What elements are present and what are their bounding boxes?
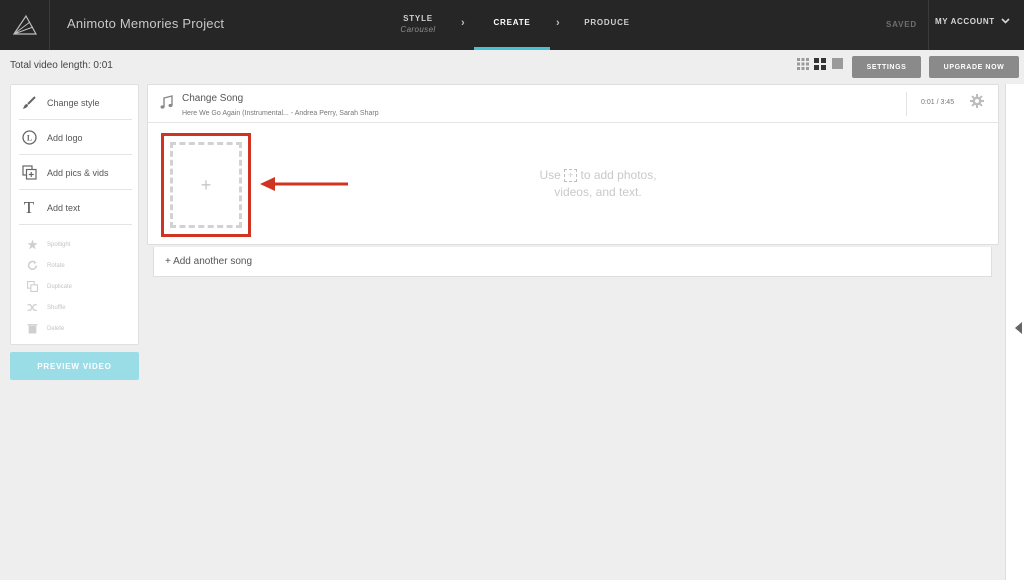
empty-hint: Use + to add photos, videos, and text.: [498, 167, 698, 201]
tools-sidebar: Change style L Add logo Add pics & vids …: [10, 84, 139, 345]
project-title[interactable]: Animoto Memories Project: [67, 16, 224, 31]
account-label: MY ACCOUNT: [935, 17, 995, 26]
step-style-sub: Carousel: [400, 25, 436, 34]
large-view-icon[interactable]: [831, 57, 843, 69]
duplicate-label: Duplicate: [47, 283, 73, 290]
collapse-panel-icon[interactable]: [1015, 321, 1023, 339]
add-another-song-link[interactable]: + Add another song: [153, 247, 992, 277]
chevron-right-icon: ›: [461, 17, 465, 29]
spotlight-tool: Spotlight: [25, 239, 70, 250]
shuffle-icon: [25, 302, 39, 313]
small-grid-view-icon[interactable]: [797, 57, 809, 70]
song-time: 0:01 / 3:45: [906, 92, 954, 116]
add-text-tool[interactable]: T Add text: [19, 191, 132, 225]
add-text-label: Add text: [47, 202, 81, 213]
delete-label: Delete: [47, 325, 65, 332]
account-menu[interactable]: MY ACCOUNT: [928, 0, 1024, 50]
text-icon: T: [23, 197, 35, 217]
add-pics-vids-tool[interactable]: Add pics & vids: [19, 156, 132, 190]
right-panel: [1005, 84, 1024, 580]
hint-text-start: Use: [539, 168, 561, 182]
add-media-icon: [19, 165, 39, 180]
hint-text-line2: videos, and text.: [554, 185, 642, 199]
duplicate-icon: [25, 281, 39, 292]
add-box-icon: +: [564, 169, 578, 183]
shuffle-label: Shuffle: [47, 304, 66, 311]
add-logo-label: Add logo: [47, 132, 83, 143]
upgrade-now-button[interactable]: UPGRADE NOW: [929, 56, 1019, 78]
logo-icon: L: [19, 130, 39, 145]
song-info: Here We Go Again (Instrumental... - Andr…: [182, 110, 379, 117]
rotate-tool: Rotate: [25, 260, 65, 271]
step-produce[interactable]: PRODUCE: [578, 0, 636, 50]
rotate-label: Rotate: [47, 262, 65, 269]
add-media-slot[interactable]: +: [161, 133, 251, 237]
step-style[interactable]: STYLE Carousel: [392, 0, 444, 50]
top-bar: Animoto Memories Project STYLE Carousel …: [0, 0, 1024, 50]
spotlight-label: Spotlight: [47, 241, 71, 248]
svg-text:L: L: [26, 134, 31, 143]
shuffle-tool: Shuffle: [25, 302, 66, 313]
hint-text-end: to add photos,: [580, 168, 657, 182]
rotate-icon: [25, 260, 39, 271]
preview-video-button[interactable]: PREVIEW VIDEO: [10, 352, 139, 380]
delete-tool: Delete: [25, 323, 64, 334]
gear-icon[interactable]: [970, 94, 984, 113]
step-style-label: STYLE: [403, 14, 433, 23]
medium-grid-view-icon[interactable]: [814, 57, 826, 70]
trash-icon: [25, 323, 39, 334]
star-icon: [25, 239, 39, 250]
view-toggles: [797, 57, 843, 70]
change-style-tool[interactable]: Change style: [19, 86, 132, 120]
change-style-label: Change style: [47, 97, 100, 108]
settings-button[interactable]: SETTINGS: [852, 56, 921, 78]
add-logo-tool[interactable]: L Add logo: [19, 121, 132, 155]
music-note-icon: [159, 95, 174, 115]
total-video-length: Total video length: 0:01: [10, 60, 113, 71]
step-create[interactable]: CREATE: [474, 0, 550, 50]
brush-icon: [19, 95, 39, 110]
chevron-down-icon: [1001, 17, 1010, 26]
add-pics-vids-label: Add pics & vids: [47, 167, 109, 178]
red-arrow-icon: [258, 175, 350, 198]
animoto-logo-icon[interactable]: [0, 0, 50, 50]
song-block: Change Song Here We Go Again (Instrument…: [147, 84, 999, 245]
duplicate-tool: Duplicate: [25, 281, 72, 292]
song-header: Change Song Here We Go Again (Instrument…: [148, 85, 998, 123]
chevron-right-icon: ›: [556, 17, 560, 29]
change-song-link[interactable]: Change Song: [182, 93, 243, 104]
plus-icon: +: [170, 142, 242, 228]
saved-status: SAVED: [886, 20, 917, 29]
